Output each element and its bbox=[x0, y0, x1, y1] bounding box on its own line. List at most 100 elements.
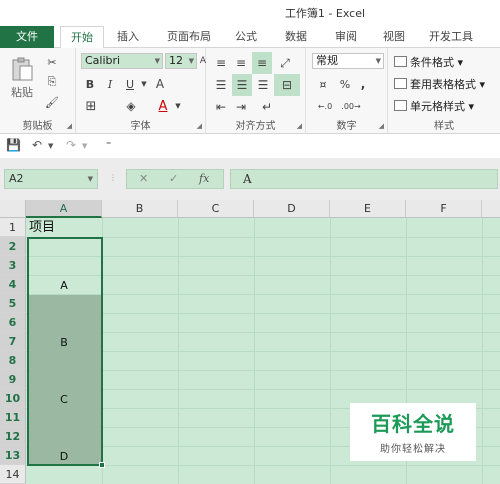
column-header-f[interactable]: F bbox=[406, 200, 482, 218]
formula-input[interactable]: A bbox=[230, 169, 498, 189]
merge-center-icon[interactable]: ⊟ bbox=[274, 74, 300, 96]
chevron-down-icon: ▼ bbox=[87, 175, 93, 183]
ribbon-tabs: 文件 开始 插入 页面布局 公式 数据 审阅 视图 开发工具 bbox=[0, 26, 500, 49]
conditional-formatting-button[interactable]: 条件格式 ▾ bbox=[394, 54, 463, 70]
dialog-launcher-icon[interactable]: ◢ bbox=[379, 122, 384, 130]
underline-button[interactable]: U bbox=[122, 76, 138, 92]
chevron-down-icon[interactable]: ▼ bbox=[48, 142, 53, 150]
name-box[interactable]: A2 ▼ bbox=[4, 169, 98, 189]
font-size-dropdown[interactable]: 12 ▼ bbox=[165, 53, 197, 69]
cancel-icon[interactable]: ✕ bbox=[139, 172, 148, 185]
font-color-button[interactable]: A bbox=[154, 98, 172, 114]
watermark-title: 百科全说 bbox=[371, 412, 455, 436]
tab-formulas[interactable]: 公式 bbox=[226, 26, 266, 48]
row-header-14[interactable]: 14 bbox=[0, 465, 26, 484]
row-header-4[interactable]: 4 bbox=[0, 275, 26, 294]
customize-qat-icon[interactable]: ⁼ bbox=[106, 140, 111, 151]
dialog-launcher-icon[interactable]: ◢ bbox=[67, 122, 72, 130]
number-group: 常规 ▼ ¤ % , ←.0 .00→ 数字 ◢ bbox=[306, 48, 388, 134]
font-family-dropdown[interactable]: Calibri ▼ bbox=[81, 53, 163, 69]
column-header-d[interactable]: D bbox=[254, 200, 330, 218]
shrink-font-button[interactable]: A bbox=[152, 76, 168, 92]
tab-view[interactable]: 视图 bbox=[374, 26, 414, 48]
number-format-dropdown[interactable]: 常规 ▼ bbox=[312, 53, 384, 69]
bold-button[interactable]: B bbox=[82, 76, 98, 92]
column-header-g[interactable] bbox=[482, 200, 500, 218]
tab-review[interactable]: 审阅 bbox=[326, 26, 366, 48]
align-right-icon[interactable]: ☰ bbox=[254, 76, 272, 94]
currency-icon[interactable]: ¤ bbox=[314, 76, 332, 92]
percent-icon[interactable]: % bbox=[338, 76, 352, 92]
align-top-icon[interactable]: ≡ bbox=[212, 54, 230, 72]
cell-styles-icon bbox=[394, 100, 407, 111]
format-as-table-icon bbox=[394, 78, 407, 89]
enter-icon[interactable]: ✓ bbox=[169, 172, 178, 185]
row-header-12[interactable]: 12 bbox=[0, 427, 26, 446]
styles-group-label: 样式 bbox=[434, 121, 454, 132]
format-painter-icon[interactable]: 🖌 bbox=[44, 94, 60, 110]
row-header-3[interactable]: 3 bbox=[0, 256, 26, 275]
borders-icon[interactable]: ⊞ bbox=[82, 98, 100, 114]
clipboard-group-label: 剪贴板 bbox=[22, 121, 53, 132]
decrease-decimal-icon[interactable]: .00→ bbox=[340, 98, 362, 114]
paste-label: 粘贴 bbox=[11, 86, 33, 99]
decrease-indent-icon[interactable]: ⇤ bbox=[212, 98, 230, 116]
more-icon: ⋮ bbox=[109, 173, 117, 182]
row-header-8[interactable]: 8 bbox=[0, 351, 26, 370]
row-header-1[interactable]: 1 bbox=[0, 218, 26, 237]
row-header-10[interactable]: 10 bbox=[0, 389, 26, 408]
alignment-group: ≡ ≡ ≡ ⤢ ☰ ☰ ☰ ⊟ ⇤ ⇥ ↵ 对齐方式 ◢ bbox=[206, 48, 306, 134]
alignment-group-label: 对齐方式 bbox=[235, 121, 276, 132]
row-header-5[interactable]: 5 bbox=[0, 294, 26, 313]
chevron-down-icon[interactable]: ▼ bbox=[174, 98, 182, 114]
paste-button[interactable]: 粘贴 bbox=[6, 54, 38, 102]
redo-icon[interactable]: ↷ bbox=[66, 138, 76, 152]
save-icon[interactable]: 💾 bbox=[6, 138, 21, 152]
tab-data[interactable]: 数据 bbox=[276, 26, 316, 48]
wrap-text-icon[interactable]: ↵ bbox=[256, 98, 278, 116]
chevron-down-icon: ▼ bbox=[154, 57, 160, 65]
row-header-11[interactable]: 11 bbox=[0, 408, 26, 427]
row-header-7[interactable]: 7 bbox=[0, 332, 26, 351]
dialog-launcher-icon[interactable]: ◢ bbox=[197, 122, 202, 130]
insert-function-icon[interactable]: fx bbox=[199, 172, 209, 185]
copy-icon[interactable]: ⎘ bbox=[44, 74, 60, 90]
undo-icon[interactable]: ↶ bbox=[32, 138, 42, 152]
dialog-launcher-icon[interactable]: ◢ bbox=[297, 122, 302, 130]
tab-home[interactable]: 开始 bbox=[60, 26, 104, 49]
comma-icon[interactable]: , bbox=[356, 76, 370, 92]
increase-decimal-icon[interactable]: ←.0 bbox=[314, 98, 336, 114]
cell-a1[interactable]: 项目 bbox=[26, 218, 102, 237]
row-header-13[interactable]: 13 bbox=[0, 446, 26, 465]
chevron-down-icon[interactable]: ▼ bbox=[82, 142, 87, 150]
selection-outline bbox=[27, 237, 103, 466]
column-header-b[interactable]: B bbox=[102, 200, 178, 218]
formula-bar: A2 ▼ ⋮ ✕ ✓ fx A bbox=[0, 166, 500, 192]
column-header-c[interactable]: C bbox=[178, 200, 254, 218]
format-as-table-button[interactable]: 套用表格格式 ▾ bbox=[394, 76, 485, 92]
formula-buttons: ✕ ✓ fx bbox=[126, 169, 224, 189]
column-header-e[interactable]: E bbox=[330, 200, 406, 218]
align-center-icon[interactable]: ☰ bbox=[232, 74, 252, 96]
quick-access-toolbar: 💾 ↶ ▼ ↷ ▼ ⁼ bbox=[0, 134, 500, 158]
tab-insert[interactable]: 插入 bbox=[108, 26, 148, 48]
increase-indent-icon[interactable]: ⇥ bbox=[232, 98, 250, 116]
row-header-2[interactable]: 2 bbox=[0, 237, 26, 256]
column-header-a[interactable]: A bbox=[26, 200, 102, 218]
tab-developer[interactable]: 开发工具 bbox=[420, 26, 482, 48]
select-all-button[interactable] bbox=[0, 200, 26, 218]
align-middle-icon[interactable]: ≡ bbox=[232, 54, 250, 72]
cut-icon[interactable]: ✂ bbox=[44, 54, 60, 70]
tab-file[interactable]: 文件 bbox=[0, 26, 54, 48]
chevron-down-icon[interactable]: ▼ bbox=[140, 76, 148, 92]
fill-handle[interactable] bbox=[99, 462, 105, 468]
italic-button[interactable]: I bbox=[102, 76, 118, 92]
orientation-icon[interactable]: ⤢ bbox=[276, 54, 294, 72]
row-header-9[interactable]: 9 bbox=[0, 370, 26, 389]
cell-styles-button[interactable]: 单元格样式 ▾ bbox=[394, 98, 474, 114]
align-bottom-icon[interactable]: ≡ bbox=[252, 52, 272, 74]
fill-color-icon[interactable]: ◈ bbox=[122, 98, 140, 114]
align-left-icon[interactable]: ☰ bbox=[212, 76, 230, 94]
tab-page-layout[interactable]: 页面布局 bbox=[158, 26, 220, 48]
row-header-6[interactable]: 6 bbox=[0, 313, 26, 332]
